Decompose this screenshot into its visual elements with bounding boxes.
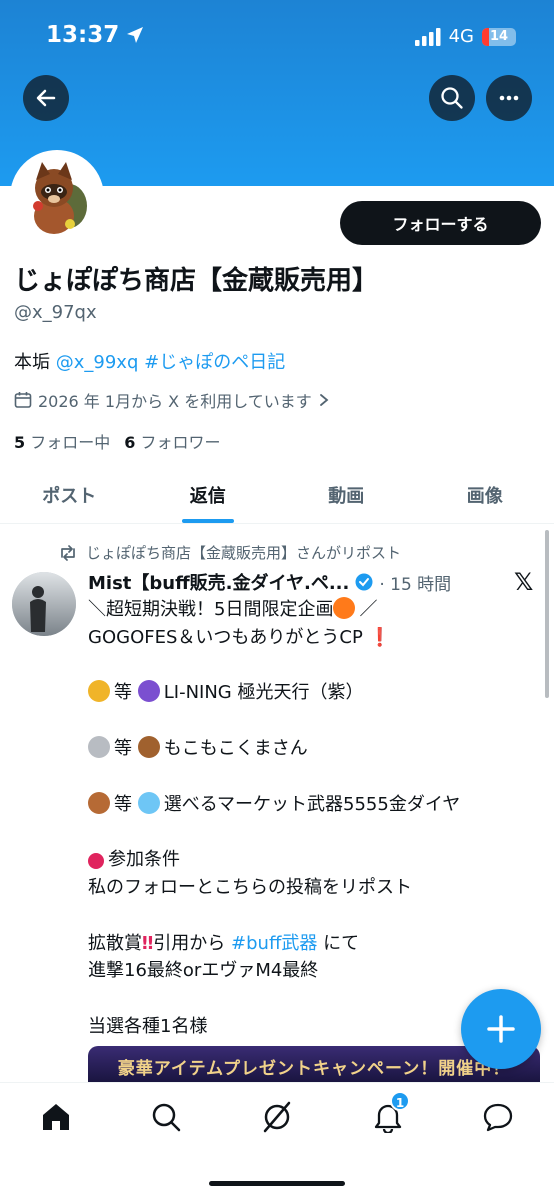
grok-icon — [263, 1101, 291, 1133]
verified-badge-icon — [355, 573, 373, 591]
more-button[interactable] — [486, 75, 532, 121]
profile-name: じょぽぽち商店【金蔵販売用】 — [14, 266, 379, 296]
home-icon — [43, 1104, 69, 1130]
follow-button[interactable]: フォローする — [340, 201, 541, 245]
post-time: · 15 時間 — [379, 574, 452, 595]
bio-hashtag-link[interactable]: #じゃぽのペ日記 — [144, 352, 285, 373]
author-avatar-image — [12, 572, 76, 636]
followers-link[interactable]: 6 フォロワー — [124, 429, 220, 453]
nav-grok[interactable] — [257, 1099, 297, 1135]
back-button[interactable] — [23, 75, 69, 121]
spread-prize-line: 拡散賞‼引用から #buff武器 にて — [88, 932, 360, 954]
exclamation-emoji-icon: ❗ — [368, 626, 391, 648]
status-bar: 13:37 4G 14 — [0, 22, 554, 52]
search-button[interactable] — [429, 75, 475, 121]
tab-replies[interactable]: 返信 — [139, 468, 278, 523]
fire-emoji-icon — [333, 597, 356, 619]
joined-date[interactable]: 2026 年 1月から X を利用しています — [14, 388, 330, 412]
post-author-name[interactable]: Mist【buff販売.金ダイヤ.ペ... — [88, 569, 349, 595]
joined-text: 2026 年 1月から X を利用しています — [38, 392, 312, 411]
prize-3: 等 選べるマーケット武器5555金ダイヤ — [88, 791, 538, 819]
notification-badge: 1 — [390, 1091, 410, 1111]
home-indicator — [209, 1181, 345, 1186]
follow-counts: 5 フォロー中 6 フォロワー — [14, 429, 221, 453]
following-link[interactable]: 5 フォロー中 — [14, 429, 110, 453]
bear-icon — [137, 735, 160, 758]
tab-videos[interactable]: 動画 — [277, 468, 416, 523]
tab-posts[interactable]: ポスト — [0, 468, 139, 523]
plus-icon — [487, 1015, 515, 1043]
gold-medal-icon — [88, 680, 110, 703]
tab-images[interactable]: 画像 — [416, 468, 554, 523]
gem-icon — [137, 791, 160, 814]
spread-line-2: 進撃16最終orエヴァM4最終 — [88, 960, 319, 982]
more-icon — [499, 95, 519, 101]
search-icon — [441, 87, 463, 109]
conditions-text: 私のフォローとこちらの投稿をリポスト — [88, 876, 412, 898]
location-arrow-icon — [127, 27, 144, 43]
message-icon — [483, 1103, 513, 1132]
calendar-icon — [14, 392, 32, 408]
nav-search[interactable] — [146, 1099, 186, 1135]
chevron-right-icon — [319, 394, 329, 406]
post-author-avatar[interactable] — [12, 572, 76, 636]
profile-tabs: ポスト 返信 動画 画像 — [0, 468, 554, 524]
compose-button[interactable] — [461, 989, 541, 1069]
profile-handle: @x_97qx — [14, 302, 97, 323]
arrow-left-icon — [36, 89, 56, 107]
conditions-title: 参加条件 — [88, 846, 538, 874]
post-line-1: ＼超短期決戦！5日間限定企画／ — [88, 597, 378, 620]
scrollbar[interactable] — [545, 530, 549, 698]
bio-mention-link[interactable]: @x_99xq — [56, 352, 139, 373]
profile-avatar[interactable] — [10, 150, 104, 244]
status-time: 13:37 — [46, 22, 145, 48]
post-hashtag-link[interactable]: #buff武器 — [231, 933, 317, 954]
post-text: ＼超短期決戦！5日間限定企画／ GOGOFES＆いつもありがとうCP ❗ 等 LI-… — [88, 596, 538, 1041]
bronze-medal-icon — [88, 791, 110, 814]
bio-prefix: 本垢 — [14, 352, 50, 373]
profile-bio: 本垢 @x_99xq #じゃぽのペ日記 — [14, 348, 285, 374]
search-icon — [152, 1103, 181, 1132]
nav-notifications[interactable]: 1 — [368, 1091, 410, 1135]
repost-icon — [61, 544, 75, 561]
battery-icon: 14 — [482, 27, 516, 46]
nav-messages[interactable] — [478, 1099, 518, 1135]
pin-icon — [88, 853, 104, 870]
post-line-2: GOGOFES＆いつもありがとうCP ❗ — [88, 626, 391, 648]
alien-monster-icon — [137, 680, 160, 703]
double-exclamation-icon: ‼ — [142, 932, 154, 954]
prize-1: 等 LI-NING 極光天行（紫） — [88, 679, 538, 707]
silver-medal-icon — [88, 735, 110, 758]
nav-home[interactable] — [36, 1099, 76, 1135]
signal-icon — [414, 27, 441, 46]
x-logo-icon[interactable]: 𝕏 — [514, 568, 533, 596]
repost-indicator: じょぽぽち商店【金蔵販売用】さんがリポスト — [58, 542, 401, 563]
post-header: Mist【buff販売.金ダイヤ.ペ... · 15 時間 — [88, 569, 451, 595]
prize-2: 等 もこもこくまさん — [88, 735, 538, 763]
tanuki-avatar-image — [14, 154, 100, 240]
network-label: 4G — [448, 26, 474, 47]
